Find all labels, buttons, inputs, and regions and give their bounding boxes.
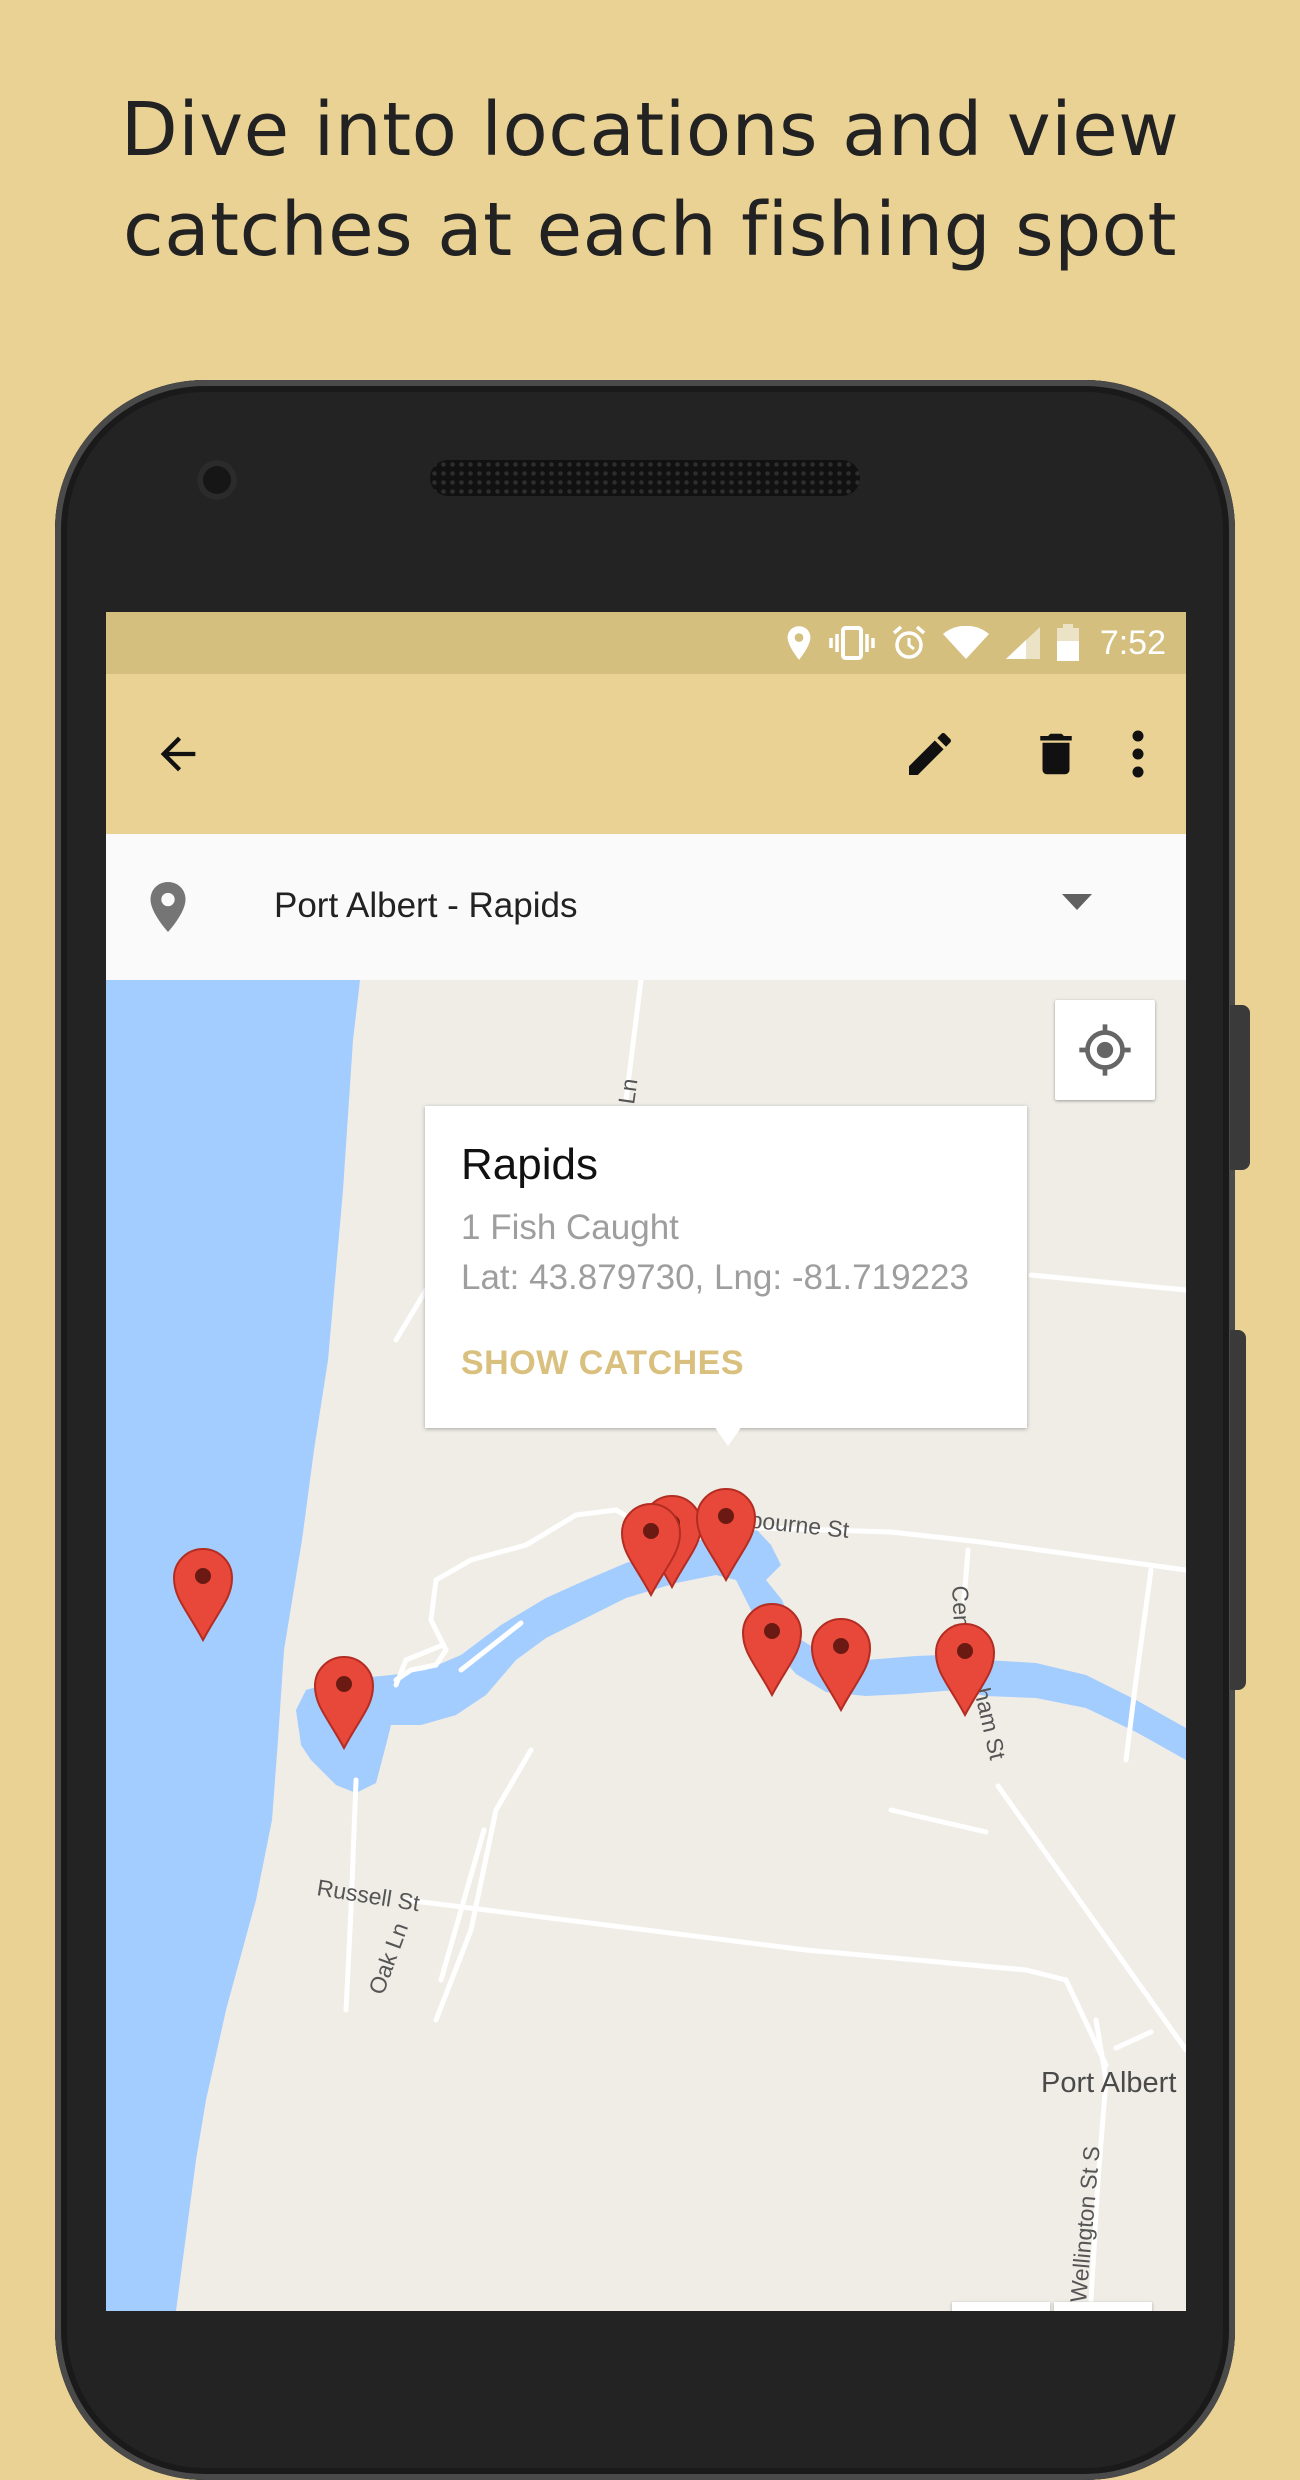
status-time: 7:52 [1099,623,1166,662]
status-bar: 7:52 [106,612,1186,674]
phone-side-button [1230,1005,1250,1170]
marker-info-window: Rapids 1 Fish Caught Lat: 43.879730, Lng… [425,1106,1027,1446]
show-catches-button[interactable]: SHOW CATCHES [461,1344,744,1383]
location-pin-icon [150,882,186,932]
fish-caught-count: 1 Fish Caught [461,1208,679,1247]
alarm-icon [892,625,925,659]
chevron-down-icon [1062,894,1092,910]
back-button[interactable] [138,714,218,794]
directions-button[interactable] [952,2302,1050,2311]
more-vert-icon [1132,730,1144,778]
street-label-port-albert: Port Albert [1041,2067,1176,2099]
phone-volume-button [1230,1330,1246,1690]
my-location-button[interactable] [1055,1000,1155,1100]
info-window-title: Rapids [461,1140,598,1189]
headline-line-2: catches at each fishing spot [123,187,1177,273]
edit-button[interactable] [890,714,970,794]
delete-button[interactable] [1016,714,1096,794]
wifi-icon [942,626,989,659]
street-label-ln: Ln [613,1077,642,1106]
headline-line-1: Dive into locations and view [120,87,1180,173]
location-selector[interactable]: Port Albert - Rapids [106,834,1186,981]
map-toolbar: G [952,2302,1152,2311]
battery-icon [1056,624,1079,661]
map-view[interactable]: Ln lbourne St Centra ham St Russell St O… [106,977,1186,2311]
trash-icon [1040,733,1072,775]
headline: Dive into locations and view catches at … [0,80,1300,280]
info-window-pointer [714,1426,742,1446]
overflow-menu-button[interactable] [1108,714,1168,794]
app-bar [106,674,1186,834]
location-pin-icon [787,626,811,660]
pencil-icon [909,732,952,775]
signal-icon [1005,627,1040,659]
crosshair-icon [1079,1024,1131,1076]
selected-location-label: Port Albert - Rapids [274,886,578,925]
phone-screen: 7:52 Port Albert - Rapids Ln lbourne St … [106,612,1186,2311]
directions-icon [952,2302,1050,2311]
earpiece-speaker [430,460,860,496]
arrow-back-icon [160,736,196,772]
google-maps-icon: G [1054,2302,1152,2311]
vibrate-icon [829,626,875,660]
open-in-maps-button[interactable]: G [1054,2302,1152,2311]
front-camera [197,460,237,500]
location-coordinates: Lat: 43.879730, Lng: -81.719223 [461,1258,969,1297]
